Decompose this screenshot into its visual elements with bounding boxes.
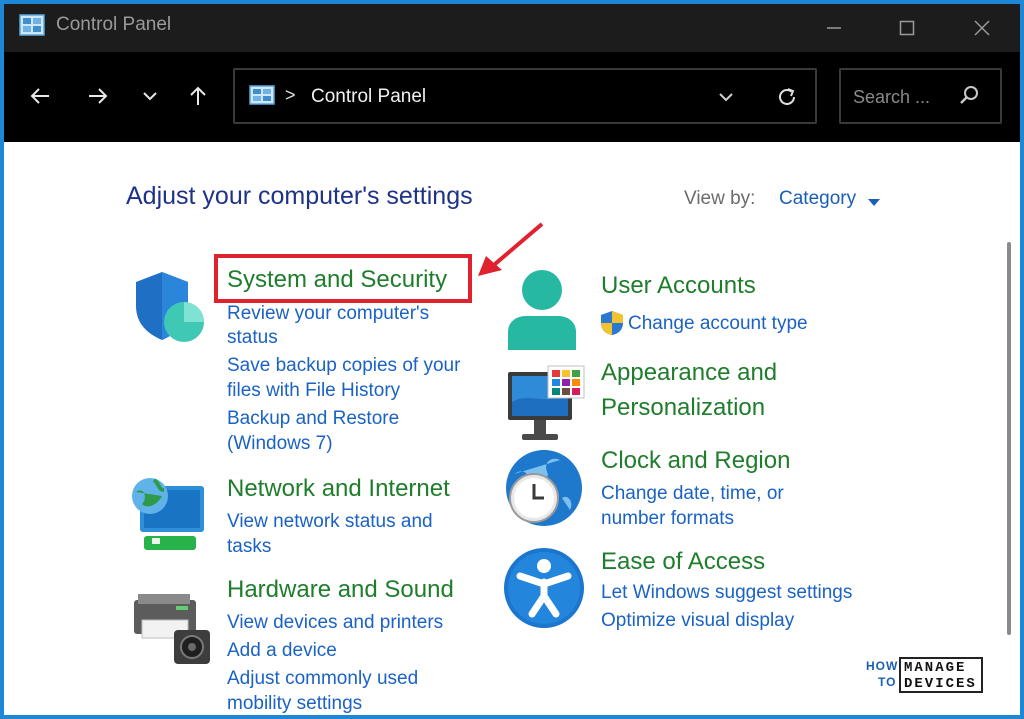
logo-how: HOW [866, 659, 899, 673]
caret-down-icon[interactable] [868, 194, 880, 212]
view-by-label: View by: [684, 188, 756, 209]
category-clock-and-region[interactable]: Clock and Region [601, 447, 790, 475]
control-panel-location-icon [249, 85, 275, 112]
link-add-device[interactable]: Add a device [227, 638, 337, 663]
refresh-button[interactable] [773, 83, 801, 111]
link-review-status-line2[interactable]: status [227, 325, 278, 350]
category-hardware-and-sound[interactable]: Hardware and Sound [227, 576, 454, 604]
up-arrow-icon [190, 86, 206, 105]
printer-speaker-icon[interactable] [132, 590, 216, 671]
search-box[interactable] [839, 68, 1002, 124]
link-network-status-line2[interactable]: tasks [227, 534, 271, 559]
link-backup-restore-line1[interactable]: Backup and Restore [227, 406, 399, 431]
view-by-dropdown[interactable]: Category [779, 188, 856, 210]
maximize-icon [899, 20, 915, 36]
chevron-down-icon [719, 93, 733, 102]
category-appearance-line2[interactable]: Personalization [601, 394, 765, 422]
logo-manage: MANAGE [904, 660, 967, 676]
forward-button[interactable] [82, 80, 114, 112]
chevron-down-icon [143, 92, 157, 101]
link-backup-restore-line2[interactable]: (Windows 7) [227, 431, 333, 456]
close-button[interactable] [962, 12, 1002, 44]
navigation-bar: > Control Panel [4, 52, 1020, 142]
page-heading: Adjust your computer's settings [126, 182, 473, 210]
clock-globe-icon[interactable] [502, 448, 586, 535]
accessibility-icon[interactable] [502, 546, 586, 635]
address-dropdown-button[interactable] [713, 84, 739, 110]
link-change-account-type[interactable]: Change account type [628, 311, 808, 336]
back-arrow-icon [30, 88, 49, 104]
link-change-date-time-line2[interactable]: number formats [601, 506, 734, 531]
link-windows-suggest-settings[interactable]: Let Windows suggest settings [601, 580, 852, 605]
forward-arrow-icon [89, 88, 108, 104]
link-file-history-line1[interactable]: Save backup copies of your [227, 353, 460, 378]
breadcrumb-control-panel[interactable]: Control Panel [311, 86, 426, 108]
link-review-status-line1[interactable]: Review your computer's [227, 301, 429, 326]
category-system-and-security[interactable]: System and Security [227, 266, 447, 294]
shield-icon[interactable] [132, 270, 208, 351]
control-panel-app-icon [19, 14, 45, 43]
link-network-status-line1[interactable]: View network status and [227, 509, 433, 534]
category-user-accounts[interactable]: User Accounts [601, 272, 756, 300]
maximize-button[interactable] [887, 12, 927, 44]
back-button[interactable] [24, 80, 56, 112]
link-mobility-settings-line1[interactable]: Adjust commonly used [227, 666, 418, 691]
main-content: Adjust your computer's settings View by:… [4, 142, 1020, 715]
recent-locations-button[interactable] [134, 80, 166, 112]
link-file-history-line2[interactable]: files with File History [227, 378, 400, 403]
control-panel-window: Control Panel > Control Panel Search ...… [4, 4, 1020, 715]
link-view-devices[interactable]: View devices and printers [227, 610, 443, 635]
window-title: Control Panel [56, 14, 172, 35]
logo-to: TO [878, 675, 897, 689]
address-bar[interactable]: > Control Panel [233, 68, 817, 124]
link-mobility-settings-line2[interactable]: mobility settings [227, 691, 362, 715]
category-ease-of-access[interactable]: Ease of Access [601, 548, 765, 576]
refresh-icon [779, 88, 795, 105]
minimize-icon [827, 27, 841, 29]
minimize-button[interactable] [814, 12, 854, 44]
search-icon[interactable] [959, 84, 981, 111]
uac-shield-icon [600, 310, 624, 341]
vertical-scrollbar[interactable] [1007, 242, 1011, 635]
search-input[interactable] [851, 84, 955, 110]
logo-devices: DEVICES [904, 676, 977, 692]
category-network-and-internet[interactable]: Network and Internet [227, 475, 450, 503]
up-button[interactable] [182, 80, 214, 112]
monitor-palette-icon[interactable] [504, 362, 588, 451]
category-appearance-line1[interactable]: Appearance and [601, 359, 777, 387]
network-globe-icon[interactable] [128, 474, 210, 559]
user-icon[interactable] [504, 266, 580, 355]
link-optimize-visual-display[interactable]: Optimize visual display [601, 608, 794, 633]
link-change-date-time-line1[interactable]: Change date, time, or [601, 481, 784, 506]
title-bar: Control Panel [4, 4, 1020, 52]
close-icon [974, 20, 990, 36]
breadcrumb-separator[interactable]: > [285, 85, 296, 106]
